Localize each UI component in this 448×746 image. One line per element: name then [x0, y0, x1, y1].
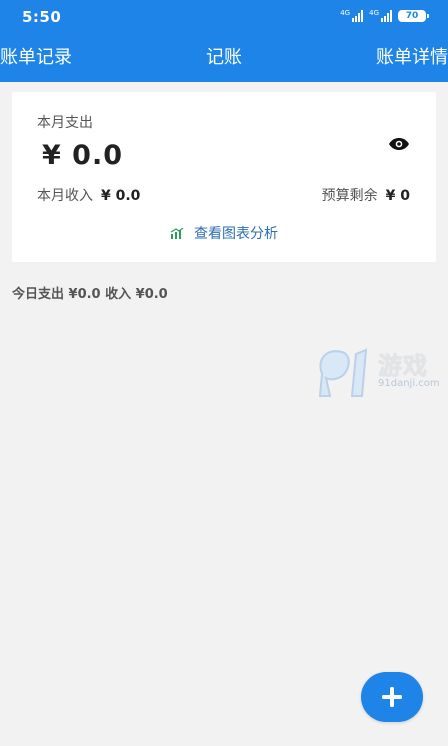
page-title: 记账: [206, 47, 242, 68]
signal-icon: 4G: [340, 9, 364, 22]
status-time: 5:50: [22, 8, 62, 26]
month-income: 本月收入 ¥ 0.0: [37, 185, 140, 205]
status-bar: 5:50 4G 4G 70: [0, 0, 448, 34]
signal-icon: 4G: [369, 10, 392, 22]
watermark-brand: 游戏: [378, 352, 428, 380]
chart-icon: [170, 228, 184, 239]
battery-icon: 70: [398, 10, 429, 22]
add-record-button[interactable]: [361, 672, 423, 722]
nav-bar: 账单记录 记账 账单详情: [0, 42, 448, 76]
watermark-domain: 91danji.com: [378, 378, 440, 389]
today-summary: 今日支出 ¥0.0 收入 ¥0.0: [12, 287, 168, 302]
budget-remaining-label: 预算剩余: [321, 188, 378, 204]
budget-remaining: 预算剩余 ¥ 0: [322, 185, 410, 205]
plus-icon: [382, 687, 402, 707]
bill-details-button[interactable]: 账单详情: [376, 46, 448, 70]
watermark-logo-icon: [318, 348, 368, 397]
watermark: 游戏 91danji.com: [314, 344, 446, 400]
signal-tag: 4G: [340, 9, 351, 17]
signal-tag: 4G: [369, 9, 379, 17]
monthly-summary-card: 本月支出 ¥ 0.0 本月收入 ¥ 0.0 预算剩余 ¥ 0 查看图表分析: [12, 92, 436, 262]
view-chart-analysis-link[interactable]: 查看图表分析: [12, 223, 436, 243]
month-expense-value: ¥ 0.0: [42, 140, 124, 171]
bill-records-button[interactable]: 账单记录: [0, 46, 72, 70]
budget-remaining-value: ¥ 0: [385, 188, 410, 204]
app-header: 5:50 4G 4G 70 账单记录 记账 账单详情: [0, 0, 448, 82]
status-icons: 4G 4G 70: [340, 9, 429, 22]
view-chart-analysis-label: 查看图表分析: [194, 226, 278, 242]
month-income-value: ¥ 0.0: [101, 188, 141, 204]
month-expense-label: 本月支出: [37, 115, 93, 131]
month-income-label: 本月收入: [37, 188, 93, 204]
eye-icon[interactable]: [388, 137, 410, 151]
